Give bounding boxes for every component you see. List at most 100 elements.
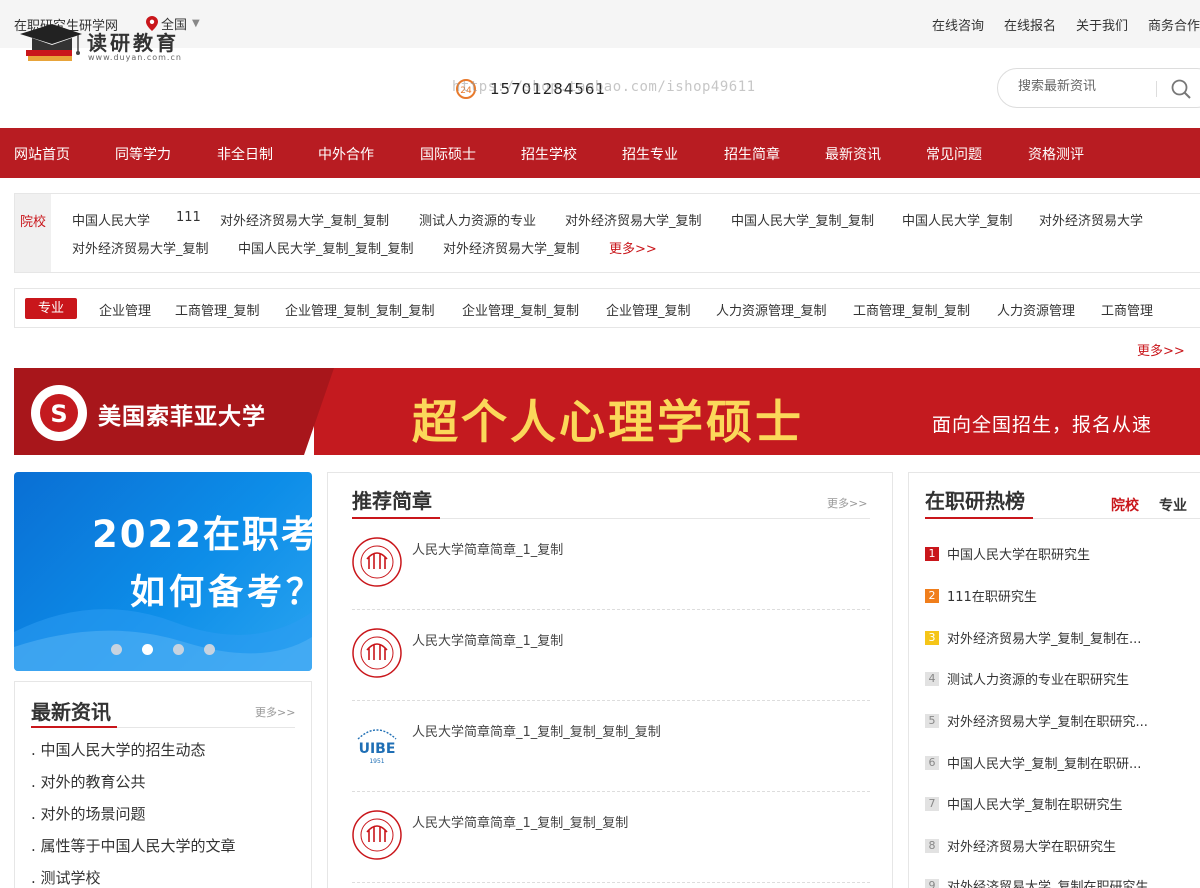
major-link[interactable]: 人力资源管理_复制 — [716, 300, 827, 319]
school-link[interactable]: 中国人民大学_复制_复制 — [731, 210, 874, 229]
top-link-about[interactable]: 关于我们 — [1076, 15, 1128, 34]
carousel-dot[interactable] — [111, 644, 122, 655]
ranking-item[interactable]: 7 中国人民大学_复制在职研究生 — [925, 794, 1123, 813]
news-item[interactable]: . 对外的场景问题 — [31, 803, 146, 824]
news-item[interactable]: . 属性等于中国人民大学的文章 — [31, 835, 236, 856]
nav-schools[interactable]: 招生学校 — [521, 144, 577, 164]
top-links: 在线咨询 在线报名 关于我们 商务合作 — [912, 15, 1200, 34]
major-link[interactable]: 工商管理_复制 — [175, 300, 260, 319]
school-link[interactable]: 对外经济贸易大学_复制_复制 — [220, 210, 389, 229]
rank-badge: 1 — [925, 546, 939, 561]
ranking-text: 对外经济贸易大学_复制在职研究... — [947, 715, 1148, 730]
hot-tab-majors[interactable]: 专业 — [1159, 495, 1187, 515]
university-seal-icon: S — [31, 385, 87, 441]
news-item[interactable]: . 测试学校 — [31, 867, 101, 888]
title-underline — [925, 517, 1033, 519]
title-rule — [1033, 518, 1200, 519]
ranking-item[interactable]: 6 中国人民大学_复制_复制在职研... — [925, 753, 1141, 772]
major-link[interactable]: 工商管理 — [1101, 300, 1153, 319]
ranking-item[interactable]: 4 测试人力资源的专业在职研究生 — [925, 669, 1129, 688]
logo-text: 读研教育 — [87, 31, 179, 55]
major-more-link[interactable]: 更多>> — [1137, 340, 1185, 359]
watermark-text: https://shop.taobao.com/ishop49611 — [452, 79, 756, 95]
latest-news-panel: 最新资讯 更多>> . 中国人民大学的招生动态 . 对外的教育公共 . 对外的场… — [14, 681, 312, 888]
promo-banner[interactable]: S 美国索菲亚大学 超个人心理学硕士 面向全国招生，报名从速 — [14, 368, 1200, 455]
ranking-item[interactable]: 9 对外经济贸易大学_复制在职研究生 — [925, 876, 1149, 888]
ranking-text: 中国人民大学_复制_复制在职研... — [947, 757, 1142, 772]
latest-news-more-link[interactable]: 更多>> — [255, 704, 295, 720]
major-link[interactable]: 人力资源管理 — [997, 300, 1075, 319]
nav-faq[interactable]: 常见问题 — [926, 144, 982, 164]
nav-equivalent[interactable]: 同等学力 — [115, 144, 171, 164]
school-link[interactable]: 中国人民大学_复制_复制_复制 — [238, 238, 414, 257]
school-more-link[interactable]: 更多>> — [609, 238, 657, 257]
carousel-dot[interactable] — [173, 644, 184, 655]
brochure-title: 人民大学简章简章_1_复制 — [412, 634, 564, 649]
ranking-item[interactable]: 5 对外经济贸易大学_复制在职研究... — [925, 711, 1148, 730]
school-link[interactable]: 对外经济贸易大学_复制 — [565, 210, 702, 229]
major-tag: 专业 — [25, 298, 77, 319]
school-link[interactable]: 111 — [176, 210, 201, 225]
brochure-title: 人民大学简章简章_1_复制 — [412, 543, 564, 558]
svg-text:S: S — [50, 400, 67, 428]
ranking-item[interactable]: 8 对外经济贸易大学在职研究生 — [925, 836, 1116, 855]
top-link-apply[interactable]: 在线报名 — [1004, 15, 1056, 34]
school-link[interactable]: 测试人力资源的专业 — [419, 210, 536, 229]
major-link[interactable]: 企业管理_复制_复制_复制 — [285, 300, 435, 319]
school-filter-box: 院校 中国人民大学 111 对外经济贸易大学_复制_复制 测试人力资源的专业 对… — [14, 193, 1200, 273]
nav-joint-program[interactable]: 中外合作 — [318, 144, 374, 164]
hot-tab-schools[interactable]: 院校 — [1111, 495, 1139, 515]
major-link[interactable]: 企业管理_复制_复制 — [462, 300, 579, 319]
major-link[interactable]: 工商管理_复制_复制 — [853, 300, 970, 319]
nav-assessment[interactable]: 资格测评 — [1028, 144, 1084, 164]
school-link[interactable]: 对外经济贸易大学 — [1039, 210, 1143, 229]
top-link-business[interactable]: 商务合作 — [1148, 15, 1200, 34]
nav-brochures[interactable]: 招生简章 — [724, 144, 780, 164]
rank-badge: 7 — [925, 796, 939, 811]
ranking-item[interactable]: 1 中国人民大学在职研究生 — [925, 544, 1090, 563]
search-input[interactable] — [1018, 79, 1148, 94]
nav-news[interactable]: 最新资讯 — [825, 144, 881, 164]
brochure-item[interactable]: 人民大学简章简章_1_复制 — [352, 519, 870, 610]
nav-home[interactable]: 网站首页 — [14, 144, 70, 164]
rank-badge: 5 — [925, 713, 939, 728]
hot-ranking-panel: 在职研热榜 院校 专业 1 中国人民大学在职研究生 2 111在职研究生 3 对外经济… — [908, 472, 1200, 888]
carousel-dot[interactable] — [204, 644, 215, 655]
brochure-title: 人民大学简章简章_1_复制_复制_复制 — [412, 816, 629, 831]
news-item[interactable]: . 中国人民大学的招生动态 — [31, 739, 206, 760]
news-item[interactable]: . 对外的教育公共 — [31, 771, 146, 792]
ranking-text: 对外经济贸易大学_复制在职研究生 — [947, 880, 1149, 888]
school-link[interactable]: 对外经济贸易大学_复制 — [443, 238, 580, 257]
major-link[interactable]: 企业管理_复制 — [606, 300, 691, 319]
recommended-more-link[interactable]: 更多>> — [827, 495, 867, 511]
ranking-item[interactable]: 3 对外经济贸易大学_复制_复制在... — [925, 628, 1141, 647]
school-link[interactable]: 中国人民大学_复制 — [902, 210, 1013, 229]
rank-badge: 2 — [925, 588, 939, 603]
image-carousel[interactable]: 2022在职考研 如何备考？ — [14, 472, 312, 671]
nav-intl-master[interactable]: 国际硕士 — [420, 144, 476, 164]
search-icon[interactable] — [1170, 78, 1192, 100]
logo-subtext: www.duyan.com.cn — [88, 53, 182, 62]
school-tag: 院校 — [15, 194, 51, 272]
nav-part-time[interactable]: 非全日制 — [217, 144, 273, 164]
svg-text:UIBE: UIBE — [359, 741, 396, 757]
top-link-consult[interactable]: 在线咨询 — [932, 15, 984, 34]
renmin-university-logo-icon — [352, 810, 402, 860]
major-link[interactable]: 企业管理 — [99, 300, 151, 319]
ranking-item[interactable]: 2 111在职研究生 — [925, 586, 1037, 605]
carousel-indicators — [111, 644, 215, 655]
renmin-university-logo-icon — [352, 628, 402, 678]
school-link[interactable]: 中国人民大学 — [72, 210, 150, 229]
banner-school-name: 美国索菲亚大学 — [98, 404, 266, 430]
school-link[interactable]: 对外经济贸易大学_复制 — [72, 238, 209, 257]
svg-text:1951: 1951 — [369, 758, 384, 765]
carousel-dot-active[interactable] — [142, 644, 153, 655]
search-divider — [1156, 81, 1157, 97]
ranking-text: 对外经济贸易大学在职研究生 — [947, 840, 1117, 855]
brochure-item[interactable]: 人民大学简章简章_1_复制_复制_复制 — [352, 792, 870, 883]
brochure-item[interactable]: 人民大学简章简章_1_复制 — [352, 610, 870, 701]
uibe-logo-icon: UIBE 1951 — [357, 729, 397, 765]
brochure-item[interactable]: UIBE 1951 人民大学简章简章_1_复制_复制_复制_复制 — [352, 701, 870, 792]
rank-badge: 8 — [925, 838, 939, 853]
nav-majors[interactable]: 招生专业 — [622, 144, 678, 164]
